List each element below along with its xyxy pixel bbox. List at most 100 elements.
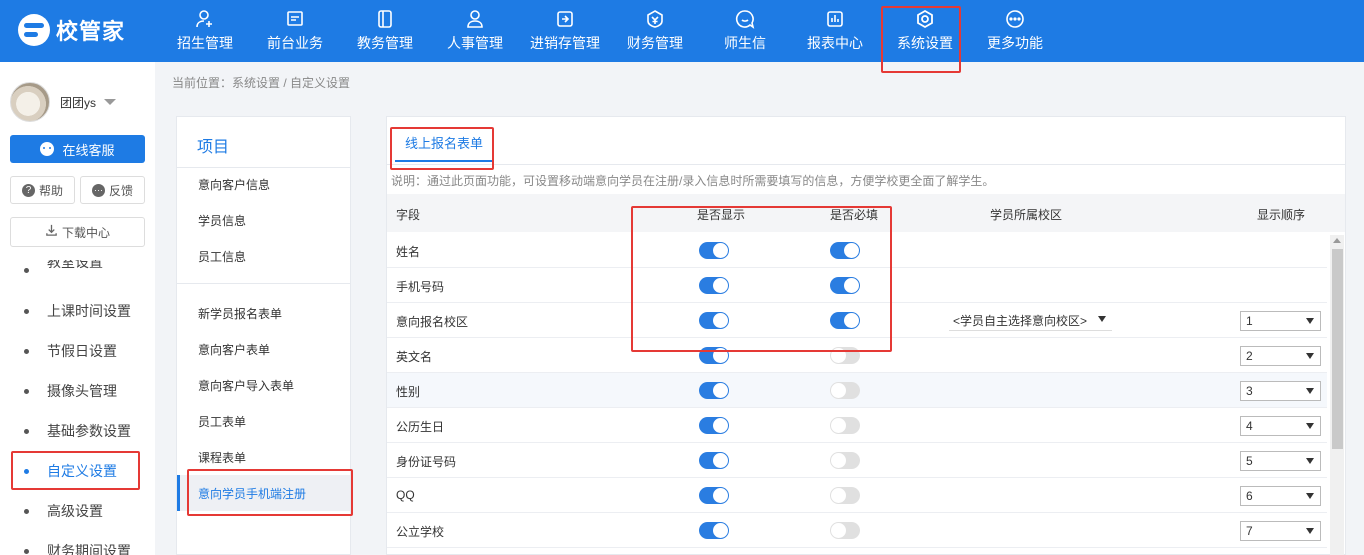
nav-front-desk[interactable]: 前台业务 — [260, 0, 330, 62]
help-label: 帮助 — [38, 183, 63, 198]
sidebar-item-advanced[interactable]: 高级设置 — [0, 491, 155, 531]
required-toggle[interactable] — [830, 382, 860, 399]
service-icon — [40, 142, 55, 156]
user-menu[interactable]: 团团ys — [10, 82, 117, 122]
description-text: 说明：通过此页面功能，可设置移动端意向学员在注册/录入信息时所需要填写的信息，方… — [391, 174, 995, 188]
order-select[interactable]: 1 — [1240, 311, 1321, 331]
table-row: 身份证号码 5 — [387, 443, 1327, 478]
tab-online-registration-form[interactable]: 线上报名表单 — [395, 125, 493, 162]
nav-label: 师生信 — [724, 35, 766, 51]
gear-icon — [915, 9, 935, 29]
sidebar-item-holidays[interactable]: 节假日设置 — [0, 331, 155, 371]
show-toggle[interactable] — [699, 487, 729, 504]
sidebar-item-custom-settings[interactable]: 自定义设置 — [0, 451, 155, 491]
required-toggle[interactable] — [830, 277, 860, 294]
avatar — [10, 82, 50, 122]
app-logo[interactable]: 校管家 — [18, 14, 125, 46]
project-item-prospect-form[interactable]: 意向客户表单 — [177, 331, 350, 367]
dropdown-arrow-icon — [1306, 458, 1314, 464]
dropdown-arrow-icon — [1306, 388, 1314, 394]
field-name: 身份证号码 — [396, 455, 457, 469]
sidebar-item-basic-params[interactable]: 基础参数设置 — [0, 411, 155, 451]
order-select[interactable]: 7 — [1240, 521, 1321, 541]
required-toggle[interactable] — [830, 452, 860, 469]
sidebar-item-class-time[interactable]: 上课时间设置 — [0, 291, 155, 331]
project-item-prospect-import-form[interactable]: 意向客户导入表单 — [177, 367, 350, 403]
order-select[interactable]: 6 — [1240, 486, 1321, 506]
show-toggle[interactable] — [699, 312, 729, 329]
feedback-icon: ··· — [91, 183, 105, 197]
show-toggle[interactable] — [699, 382, 729, 399]
order-select[interactable]: 5 — [1240, 451, 1321, 471]
nav-label: 招生管理 — [177, 35, 233, 51]
help-icon: ? — [21, 183, 35, 197]
order-select[interactable]: 3 — [1240, 381, 1321, 401]
show-toggle[interactable] — [699, 347, 729, 364]
table-row: 手机号码 — [387, 268, 1327, 303]
online-service-button[interactable]: 在线客服 — [10, 135, 145, 163]
required-toggle[interactable] — [830, 487, 860, 504]
project-item-staff-form[interactable]: 员工表单 — [177, 403, 350, 439]
required-toggle[interactable] — [830, 522, 860, 539]
sidebar-item-finance-period[interactable]: 财务期间设置 — [0, 531, 155, 555]
table-row: 公历生日 4 — [387, 408, 1327, 443]
required-toggle[interactable] — [830, 242, 860, 259]
nav-messages[interactable]: 师生信 — [710, 0, 780, 62]
show-toggle[interactable] — [699, 522, 729, 539]
nav-inventory[interactable]: 进销存管理 — [523, 0, 607, 62]
project-item-mobile-registration[interactable]: 意向学员手机端注册 — [177, 475, 350, 511]
nav-system-settings[interactable]: 系统设置 — [889, 0, 961, 62]
order-select[interactable]: 4 — [1240, 416, 1321, 436]
nav-enrollment[interactable]: 招生管理 — [170, 0, 240, 62]
scroll-up-icon[interactable] — [1333, 238, 1341, 243]
nav-label: 财务管理 — [627, 35, 683, 51]
show-toggle[interactable] — [699, 277, 729, 294]
help-button[interactable]: ? 帮助 — [10, 176, 75, 204]
chevron-down-icon — [104, 99, 117, 105]
feedback-button[interactable]: ··· 反馈 — [80, 176, 145, 204]
field-name: 手机号码 — [396, 280, 445, 294]
panel-title: 项目 — [197, 139, 230, 156]
download-center-button[interactable]: 下载中心 — [10, 217, 145, 247]
header-required: 是否必填 — [830, 208, 879, 222]
order-select[interactable]: 2 — [1240, 346, 1321, 366]
sidebar-item-camera[interactable]: 摄像头管理 — [0, 371, 155, 411]
user-add-icon — [195, 9, 215, 29]
field-name: QQ — [396, 488, 415, 502]
nav-hr[interactable]: 人事管理 — [440, 0, 510, 62]
project-item-prospect-info[interactable]: 意向客户信息 — [177, 166, 350, 202]
more-icon — [1005, 9, 1025, 29]
show-toggle[interactable] — [699, 242, 729, 259]
project-panel: 项目 意向客户信息 学员信息 员工信息 新学员报名表单 意向客户表单 意向客户导… — [176, 116, 351, 555]
project-item-course-form[interactable]: 课程表单 — [177, 439, 350, 475]
show-toggle[interactable] — [699, 452, 729, 469]
field-name: 姓名 — [396, 245, 421, 259]
download-label: 下载中心 — [61, 225, 110, 240]
required-toggle[interactable] — [830, 312, 860, 329]
header-campus: 学员所属校区 — [990, 208, 1063, 222]
project-item-new-student-form[interactable]: 新学员报名表单 — [177, 295, 350, 331]
nav-reports[interactable]: 报表中心 — [800, 0, 870, 62]
nav-more[interactable]: 更多功能 — [980, 0, 1050, 62]
scroll-thumb[interactable] — [1332, 249, 1343, 449]
main-panel: 线上报名表单 说明：通过此页面功能，可设置移动端意向学员在注册/录入信息时所需要… — [386, 116, 1346, 555]
sidebar-item-classroom[interactable]: 教室设置 — [0, 260, 155, 280]
username: 团团ys — [60, 95, 97, 110]
show-toggle[interactable] — [699, 417, 729, 434]
dropdown-arrow-icon — [1306, 423, 1314, 429]
vertical-scrollbar[interactable] — [1330, 235, 1344, 555]
project-item-staff-info[interactable]: 员工信息 — [177, 238, 350, 274]
table-row: 英文名 2 — [387, 338, 1327, 373]
nav-finance[interactable]: 财务管理 — [620, 0, 690, 62]
nav-label: 前台业务 — [267, 35, 323, 51]
required-toggle[interactable] — [830, 417, 860, 434]
campus-select[interactable]: <学员自主选择意向校区> — [949, 310, 1112, 331]
header-order: 显示顺序 — [1257, 208, 1306, 222]
project-item-student-info[interactable]: 学员信息 — [177, 202, 350, 238]
dropdown-arrow-icon — [1306, 353, 1314, 359]
nav-academic[interactable]: 教务管理 — [350, 0, 420, 62]
finance-icon — [645, 9, 665, 29]
required-toggle[interactable] — [830, 347, 860, 364]
person-icon — [465, 9, 485, 29]
header-field: 字段 — [396, 208, 421, 222]
